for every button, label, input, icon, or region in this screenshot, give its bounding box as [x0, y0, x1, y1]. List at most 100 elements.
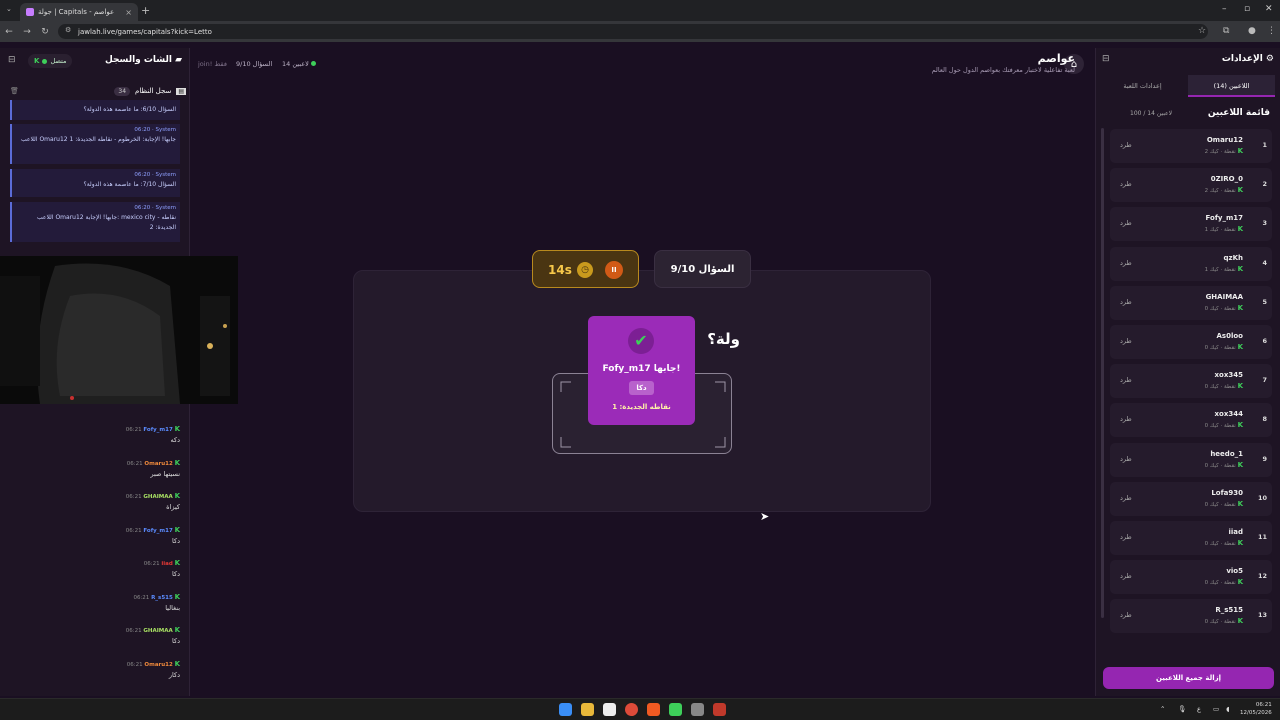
chat-username[interactable]: Fofy_m17	[143, 528, 172, 534]
chat-message: 06:21 Fofy_m17 K دكه	[0, 425, 180, 444]
player-points: 0 نقطة · كيك K	[1205, 382, 1243, 390]
trash-icon[interactable]: 🗑	[10, 87, 19, 95]
kick-player-button[interactable]: طرد	[1120, 494, 1132, 502]
system-message-text: اللاعب Omaru12 جابها! الإجابة: mexico ci…	[37, 214, 176, 231]
tab-players[interactable]: اللاعبين (14)	[1188, 75, 1275, 97]
online-dot-icon	[42, 58, 48, 64]
chat-title-text: الشات والسجل	[105, 55, 172, 65]
new-tab-icon[interactable]: +	[141, 4, 150, 17]
kick-player-button[interactable]: طرد	[1120, 298, 1132, 306]
chat-username[interactable]: GHAIMAA	[143, 628, 172, 634]
chat-time: 06:21	[125, 427, 142, 433]
online-label: متصل	[50, 57, 67, 65]
chrome-icon[interactable]	[625, 703, 638, 716]
player-rank: 5	[1262, 297, 1267, 306]
clock-icon: ◷	[577, 262, 593, 278]
browser-menu-icon[interactable]: ⋮	[1267, 26, 1276, 36]
system-message-time: 06:20	[134, 127, 151, 133]
close-tab-icon[interactable]: ×	[125, 8, 132, 17]
player-row: 12 vio5 0 نقطة · كيك K طرد	[1110, 560, 1272, 595]
kick-player-button[interactable]: طرد	[1120, 141, 1132, 149]
settings-app-icon[interactable]	[691, 703, 704, 716]
chat-username[interactable]: GHAIMAA	[143, 494, 172, 500]
chat-username[interactable]: R_s515	[151, 595, 173, 601]
kick-badge-icon: K	[174, 425, 180, 433]
tab-title: جولة | Capitals - عواصم	[38, 8, 115, 16]
player-name: qzKh	[1223, 253, 1244, 262]
player-row: 11 iiad 0 نقطة · كيك K طرد	[1110, 521, 1272, 555]
kick-player-button[interactable]: طرد	[1120, 455, 1132, 463]
kick-player-button[interactable]: طرد	[1120, 415, 1132, 423]
tab-game-settings[interactable]: إعدادات اللعبة	[1100, 75, 1185, 97]
microphone-icon[interactable]: 🎙	[1178, 705, 1186, 713]
player-name: Lofa930	[1211, 488, 1243, 497]
system-clock[interactable]: 06:21 12/05/2026	[1240, 701, 1272, 717]
player-points: 0 نقطة · كيك K	[1205, 461, 1243, 469]
network-icon[interactable]: ▭	[1213, 705, 1219, 713]
player-name: Fofy_m17	[1205, 214, 1243, 223]
maximize-icon[interactable]: ▫	[1244, 4, 1250, 14]
collapse-panel-icon[interactable]: ⊟	[8, 55, 16, 65]
player-row: 8 xox344 0 نقطة · كيك K طرد	[1110, 403, 1272, 438]
player-rank: 2	[1262, 180, 1267, 189]
browser-tab[interactable]: جولة | Capitals - عواصم ×	[20, 3, 138, 21]
players-stat: 14 لاعبين	[282, 60, 316, 68]
log-icon: ▤	[176, 87, 186, 95]
calendar-app-icon[interactable]	[603, 703, 616, 716]
forward-icon[interactable]: →	[18, 27, 36, 37]
kick-player-button[interactable]: طرد	[1120, 572, 1132, 580]
player-points-text: 0 نقطة · كيك	[1204, 541, 1236, 547]
site-info-icon[interactable]: ⚙	[65, 26, 71, 34]
tab-search-icon[interactable]: ⌄	[6, 5, 12, 13]
volume-icon[interactable]: ◖	[1226, 705, 1229, 713]
collapse-settings-icon[interactable]: ⊟	[1102, 54, 1110, 64]
pause-button[interactable]: II	[605, 261, 623, 279]
bookmark-star-icon[interactable]: ☆	[1198, 26, 1206, 36]
remove-all-players-button[interactable]: إزالة جميع اللاعبين	[1103, 667, 1274, 689]
chat-username[interactable]: Omaru12	[144, 662, 172, 668]
kick-player-button[interactable]: طرد	[1120, 259, 1132, 267]
input-language[interactable]: ع	[1197, 705, 1201, 713]
kick-badge-icon: K	[1237, 421, 1243, 430]
kick-player-button[interactable]: طرد	[1120, 219, 1132, 227]
windows-taskbar	[0, 698, 1280, 720]
points-text: نقاطه الجديدة: 1	[612, 403, 671, 411]
minimize-icon[interactable]: –	[1222, 4, 1227, 14]
chat-time: 06:21	[126, 460, 143, 467]
chat-message: 06:21 R_s515 K بنغاليا	[0, 593, 180, 612]
close-window-icon[interactable]: ✕	[1265, 4, 1273, 14]
kick-player-button[interactable]: طرد	[1120, 376, 1132, 384]
kick-player-button[interactable]: طرد	[1120, 533, 1132, 541]
timer-value: 14s	[548, 263, 572, 277]
kick-badge-icon: K	[174, 525, 180, 534]
chat-username[interactable]: iiad	[161, 561, 172, 567]
chat-username[interactable]: Omaru12	[144, 461, 172, 467]
players-scrollbar[interactable]	[1101, 128, 1104, 618]
gear-icon: ⚙	[1265, 54, 1274, 64]
reload-icon[interactable]: ↻	[36, 27, 54, 37]
player-row: 10 Lofa930 0 نقطة · كيك K طرد	[1110, 481, 1272, 516]
file-explorer-icon[interactable]	[581, 703, 594, 716]
kick-player-button[interactable]: طرد	[1120, 611, 1132, 619]
brave-icon[interactable]	[647, 703, 660, 716]
system-log-header[interactable]: 🗑 34 سجل النظام ▤	[6, 84, 186, 98]
player-row: 3 Fofy_m17 1 نقطة · كيك K طرد	[1110, 207, 1272, 242]
profile-icon[interactable]: ●	[1248, 26, 1256, 36]
kick-badge-icon: K	[174, 592, 180, 601]
back-icon[interactable]: ←	[0, 27, 18, 37]
player-name: R_s515	[1215, 606, 1243, 615]
players-list-title: قائمة اللاعبين	[1207, 108, 1270, 118]
extensions-icon[interactable]: ⧉	[1223, 26, 1229, 36]
player-row: 4 qzKh 1 نقطة · كيك K طرد	[1110, 246, 1272, 281]
media-app-icon[interactable]	[713, 703, 726, 716]
kick-badge-icon: K	[174, 626, 180, 634]
kick-player-button[interactable]: طرد	[1120, 180, 1132, 188]
system-message: السؤال 6/10: ما عاصمة هذه الدولة؟	[10, 100, 180, 120]
start-menu-icon[interactable]	[559, 703, 572, 716]
kick-player-button[interactable]: طرد	[1120, 337, 1132, 345]
kick-app-icon[interactable]	[669, 703, 682, 716]
chat-username[interactable]: Fofy_m17	[143, 427, 172, 433]
player-name: Omaru12	[1206, 136, 1243, 144]
url-field[interactable]: ⚙ jawlah.live/games/capitals?kick=Letto	[58, 24, 1208, 39]
tray-chevron-icon[interactable]: ⌃	[1160, 705, 1165, 713]
